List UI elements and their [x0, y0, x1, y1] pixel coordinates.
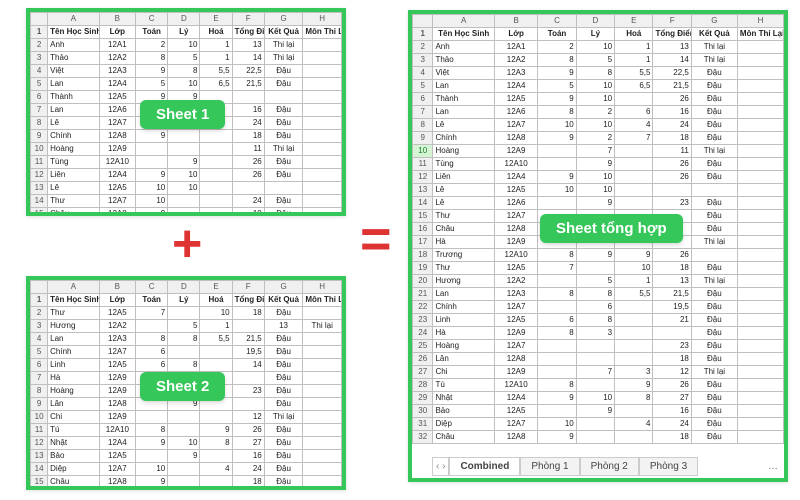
sheet2-badge: Sheet 2 [140, 372, 225, 401]
sheet-tabs: ‹ › Combined Phòng 1 Phòng 2 Phòng 3 [432, 457, 698, 476]
combined-badge: Sheet tổng hợp [540, 214, 683, 243]
plus-symbol: + [172, 218, 202, 270]
tab-combined[interactable]: Combined [449, 457, 520, 476]
tab-more[interactable]: … [768, 461, 778, 472]
tab-phong3[interactable]: Phòng 3 [639, 457, 698, 476]
tab-nav-arrows[interactable]: ‹ › [432, 457, 449, 476]
tab-phong1[interactable]: Phòng 1 [520, 457, 579, 476]
sheet1-badge: Sheet 1 [140, 100, 225, 129]
combined-panel: ABCDEFGH1Tên Học SinhLớpToánLýHoáTổng Đi… [408, 10, 788, 482]
equals-symbol: = [360, 212, 388, 266]
tab-phong2[interactable]: Phòng 2 [580, 457, 639, 476]
